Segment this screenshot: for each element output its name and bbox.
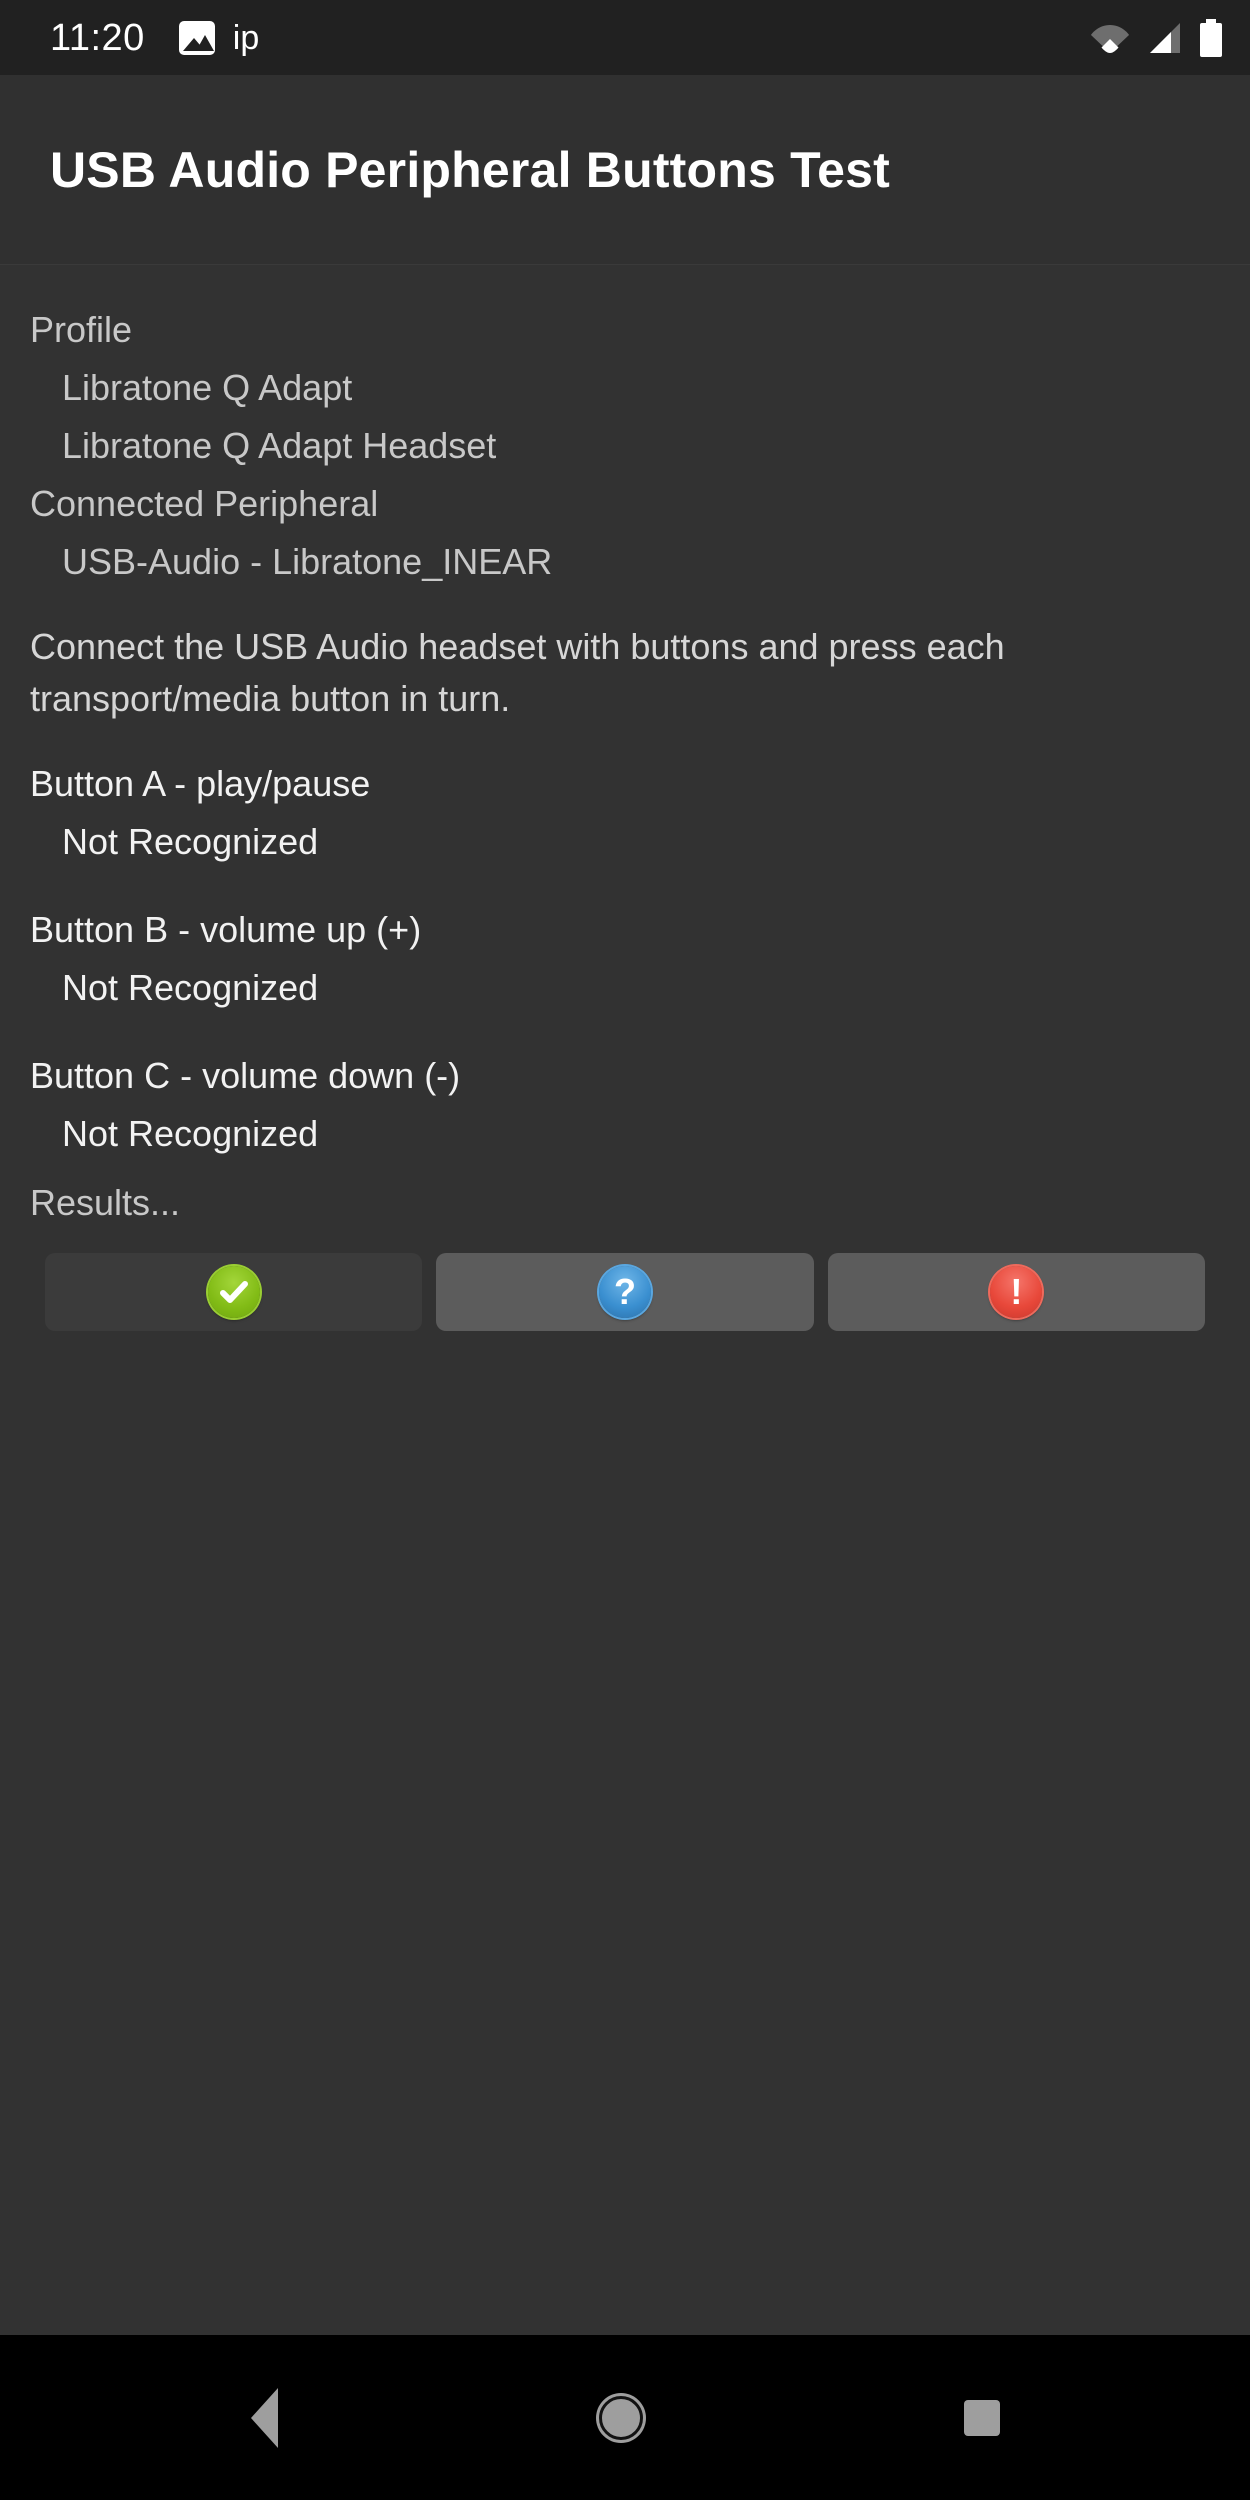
main-content: Profile Libratone Q Adapt Libratone Q Ad…	[0, 265, 1250, 2335]
status-bar-notifications: ip	[178, 18, 260, 57]
signal-icon	[1146, 21, 1184, 55]
profile-value-1: Libratone Q Adapt	[62, 367, 353, 408]
button-a-status: Not Recognized	[62, 821, 319, 862]
profile-label: Profile	[30, 309, 133, 350]
question-circle-icon: ?	[598, 1266, 651, 1318]
exclamation-circle-icon: !	[990, 1266, 1043, 1318]
button-b-status: Not Recognized	[62, 967, 319, 1008]
phone-screen: 11:20 ip USB Audio Peripheral Buttons Te…	[0, 0, 1250, 2500]
pass-button[interactable]	[45, 1253, 423, 1331]
app-bar: USB Audio Peripheral Buttons Test	[0, 75, 1250, 265]
navigation-bar	[0, 2335, 1250, 2500]
fail-button[interactable]: !	[827, 1253, 1205, 1331]
exclamation-glyph: !	[1010, 1271, 1023, 1312]
check-circle-icon	[207, 1266, 260, 1318]
info-button[interactable]: ?	[436, 1253, 814, 1331]
button-a-label: Button A - play/pause	[30, 763, 371, 804]
question-glyph: ?	[613, 1271, 636, 1312]
result-button-row: ? !	[30, 1253, 1220, 1331]
button-c-status: Not Recognized	[62, 1113, 319, 1154]
results-label: Results...	[30, 1182, 181, 1223]
battery-icon	[1200, 18, 1222, 57]
status-bar-notification-label: ip	[232, 18, 260, 57]
wifi-icon	[1090, 21, 1130, 55]
status-bar: 11:20 ip	[0, 0, 1250, 75]
connected-peripheral-label: Connected Peripheral	[30, 483, 379, 524]
status-bar-system-icons	[1090, 18, 1222, 57]
profile-value-2: Libratone Q Adapt Headset	[62, 425, 497, 466]
connected-peripheral-value: USB-Audio - Libratone_INEAR	[62, 541, 553, 582]
page-title: USB Audio Peripheral Buttons Test	[50, 141, 890, 198]
button-c-label: Button C - volume down (-)	[30, 1055, 461, 1096]
status-bar-clock: 11:20	[50, 16, 145, 59]
recents-icon[interactable]	[963, 2399, 1000, 2436]
back-icon[interactable]	[250, 2387, 278, 2448]
home-icon[interactable]	[598, 2395, 643, 2440]
button-b-label: Button B - volume up (+)	[30, 909, 422, 950]
photo-icon	[178, 20, 215, 55]
instructions-text: Connect the USB Audio headset with butto…	[30, 626, 1005, 719]
